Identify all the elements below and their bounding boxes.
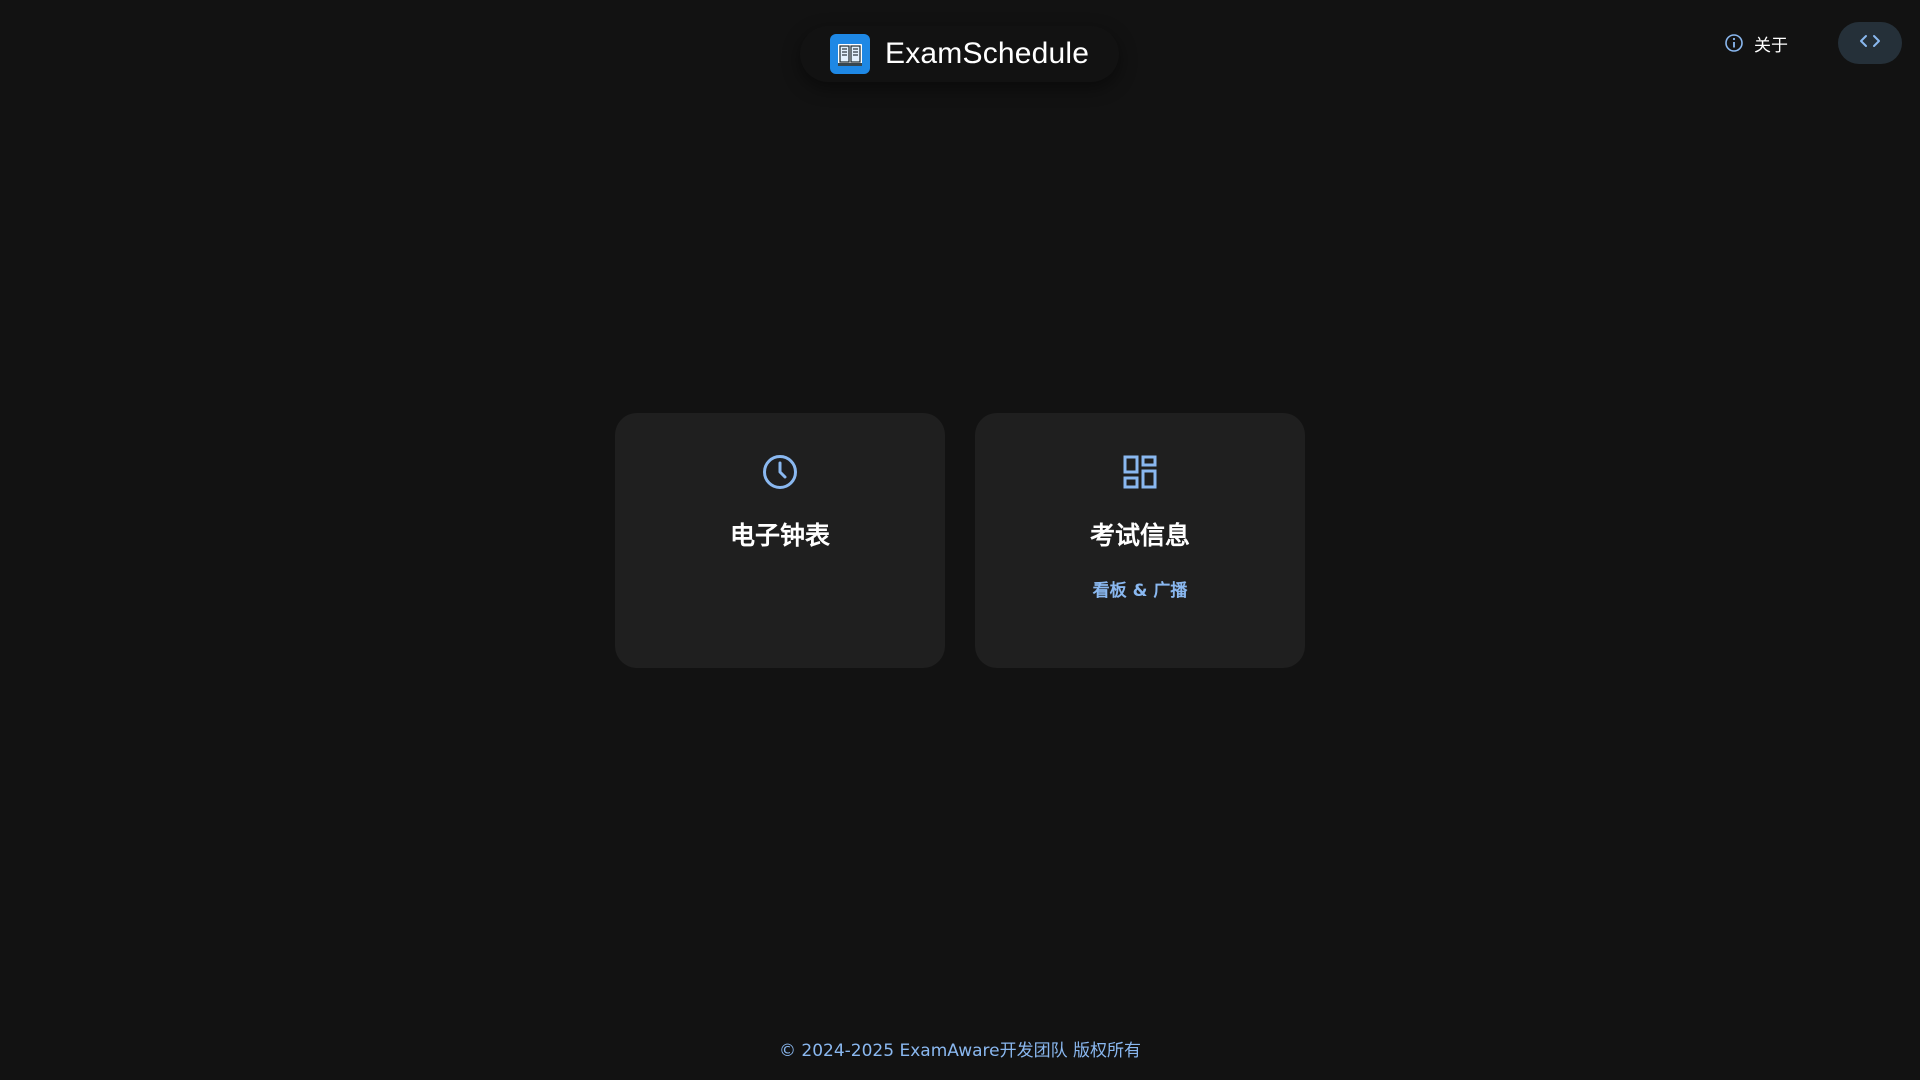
about-button[interactable]: 关于: [1724, 26, 1788, 60]
about-label: 关于: [1754, 35, 1788, 56]
page: ExamSchedule 关于 电子钟表 考试信息 看板 & 广播 © 2024…: [0, 0, 1920, 1080]
code-icon: [1859, 33, 1881, 53]
exam-info-card-subtitle: 看板 & 广播: [1092, 581, 1188, 601]
exam-info-card[interactable]: 考试信息 看板 & 广播: [975, 413, 1305, 668]
clock-card[interactable]: 电子钟表: [615, 413, 945, 668]
clock-icon: [615, 453, 945, 491]
dashboard-icon: [975, 453, 1305, 491]
app-title: ExamSchedule: [885, 37, 1090, 70]
info-icon: [1724, 33, 1744, 53]
open-book-icon: [830, 34, 870, 74]
clock-card-title: 电子钟表: [729, 521, 830, 550]
exam-info-card-title: 考试信息: [1089, 521, 1190, 550]
code-button[interactable]: [1838, 22, 1902, 64]
app-header: ExamSchedule: [800, 26, 1120, 82]
footer-copyright: © 2024-2025 ExamAware开发团队 版权所有: [779, 1041, 1141, 1061]
